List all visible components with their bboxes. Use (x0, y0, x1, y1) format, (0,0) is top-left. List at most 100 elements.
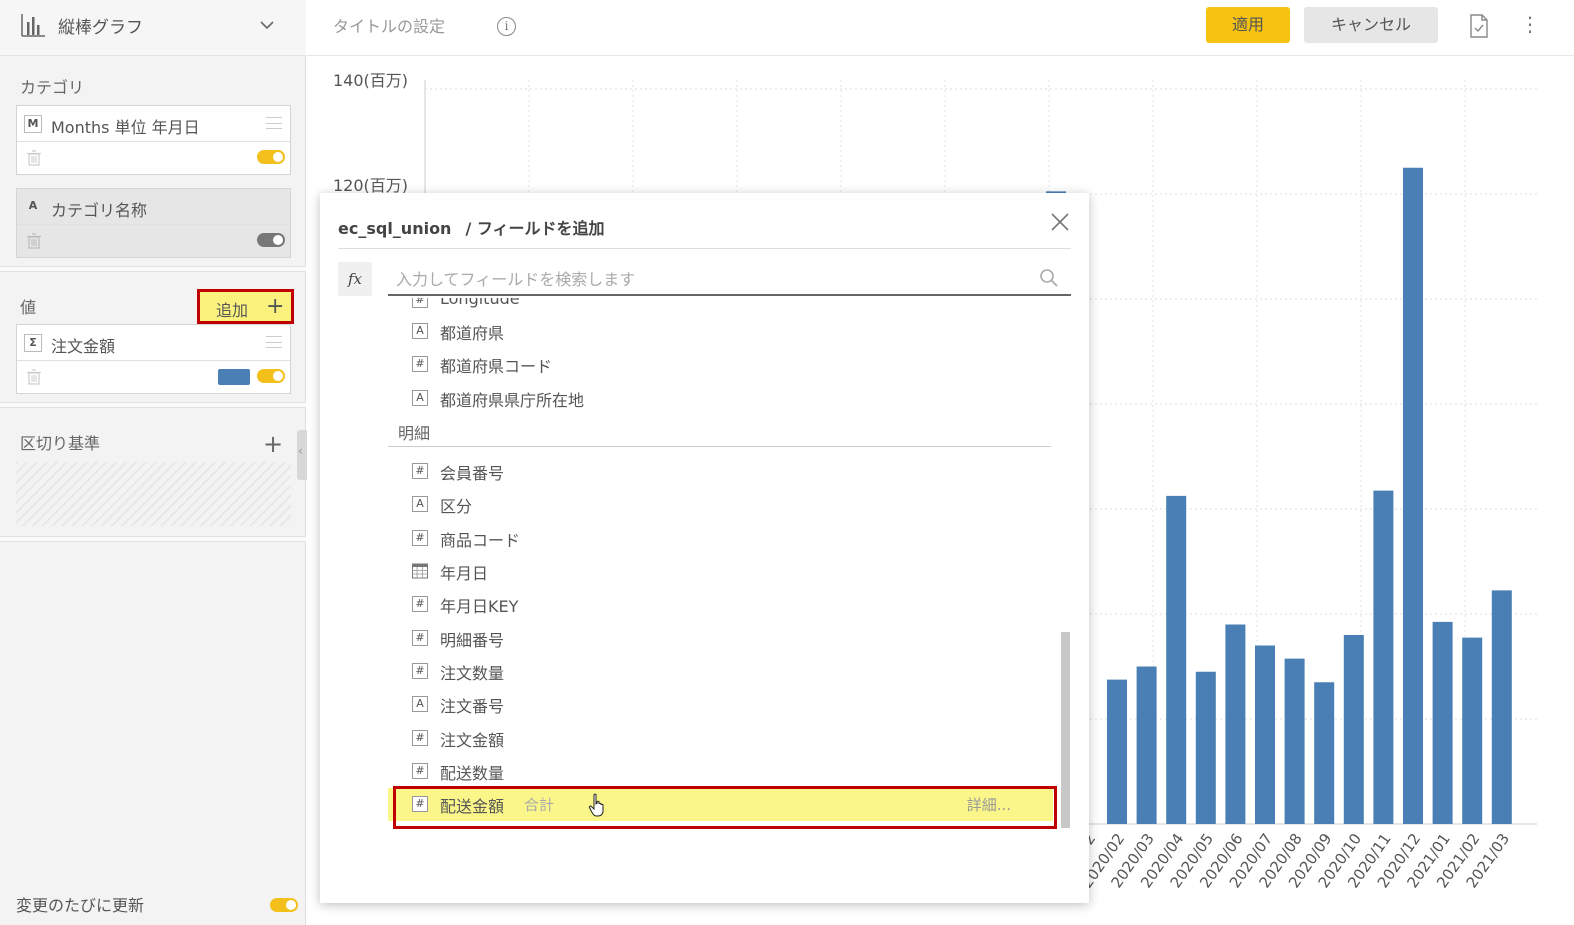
list-item[interactable]: # 配送数量 (388, 755, 1053, 788)
bar (1403, 167, 1423, 824)
text-type-icon: A (412, 696, 428, 712)
calendar-icon (412, 563, 428, 579)
value-field-name: 注文金額 (51, 337, 116, 356)
field-name: Longitude (440, 298, 520, 308)
list-item[interactable]: # 注文金額 (388, 722, 1053, 755)
category-name-toggle[interactable] (257, 233, 285, 247)
category-field-card[interactable]: M Months 単位 年月日 (16, 105, 291, 175)
left-panel: 縦棒グラフ カテゴリ M Months 単位 年月日 A カテゴリ名称 値 追加… (0, 0, 307, 925)
list-item[interactable]: # 会員番号 (388, 455, 1053, 488)
trash-icon[interactable] (26, 233, 42, 249)
bar (1284, 658, 1305, 824)
bar-chart-icon (21, 14, 45, 37)
detail-link[interactable]: 詳細... (967, 794, 1011, 815)
category-name-field-card[interactable]: A カテゴリ名称 (16, 188, 291, 258)
trash-icon[interactable] (26, 150, 42, 166)
field-name: 商品コード (440, 531, 521, 550)
list-item[interactable]: # 都道府県コード (388, 348, 1053, 381)
number-type-icon: # (412, 730, 428, 746)
chart-title-input[interactable]: タイトルの設定 (333, 13, 445, 37)
aggregation-label[interactable]: 合計 (524, 794, 554, 815)
list-item[interactable]: 年月日 (388, 555, 1053, 588)
add-value-button[interactable]: 追加 + (197, 289, 294, 324)
list-item[interactable]: # 明細番号 (388, 622, 1053, 655)
bar (1491, 590, 1512, 824)
list-item[interactable]: # 年月日KEY (388, 588, 1053, 621)
add-breakdown-plus-icon[interactable]: + (263, 432, 283, 456)
field-name: 都道府県県庁所在地 (440, 391, 585, 410)
text-type-icon: A (412, 496, 428, 512)
month-type-icon: M (24, 115, 42, 133)
number-type-icon: # (412, 663, 428, 679)
plus-icon: + (266, 294, 285, 319)
drag-handle-icon[interactable] (266, 117, 282, 129)
list-item[interactable]: A 都道府県 (388, 315, 1053, 348)
dialog-breadcrumb: / フィールドを追加 (465, 219, 605, 238)
value-field-card[interactable]: Σ 注文金額 (16, 324, 291, 394)
add-field-dialog: ec_sql_union / フィールドを追加 fx # Longitude A … (320, 193, 1089, 903)
list-item[interactable]: A 区分 (388, 488, 1053, 521)
text-type-icon: A (412, 323, 428, 339)
top-toolbar: タイトルの設定 i 適用 キャンセル ⋮ (307, 0, 1574, 56)
field-name: 配送金額 (440, 797, 505, 816)
auto-update-toggle[interactable] (270, 898, 298, 912)
divider (338, 248, 1071, 249)
bar (1136, 666, 1157, 824)
list-item[interactable]: # 注文数量 (388, 655, 1053, 688)
number-type-icon: # (412, 356, 428, 372)
breakdown-drop-zone[interactable] (16, 462, 291, 526)
list-item[interactable]: A 都道府県県庁所在地 (388, 382, 1053, 415)
chevron-down-icon[interactable] (259, 18, 275, 32)
bar (1166, 495, 1187, 824)
group-divider (388, 446, 1051, 447)
field-group-label: 明細 (398, 424, 431, 443)
field-name: 区分 (440, 497, 473, 516)
bar (1343, 635, 1364, 824)
breakdown-section-label: 区切り基準 (20, 434, 101, 453)
number-type-icon: # (412, 763, 428, 779)
field-list[interactable]: # Longitude A 都道府県 # 都道府県コード A 都道府県県庁所在地… (388, 298, 1068, 828)
list-item[interactable]: # 商品コード (388, 522, 1053, 555)
formula-fx-button[interactable]: fx (338, 262, 372, 296)
category-toggle[interactable] (257, 150, 285, 164)
bar (1462, 637, 1483, 824)
number-type-icon: # (412, 530, 428, 546)
field-name: 都道府県コード (440, 357, 553, 376)
number-type-icon: # (412, 463, 428, 479)
more-options-icon[interactable]: ⋮ (1520, 14, 1540, 34)
cancel-button[interactable]: キャンセル (1304, 7, 1438, 43)
field-search-input[interactable] (396, 266, 1016, 292)
field-name: 会員番号 (440, 464, 505, 483)
search-icon (1040, 269, 1058, 287)
field-name: 年月日KEY (440, 597, 519, 616)
bar (1373, 490, 1394, 824)
list-item[interactable]: A 注文番号 (388, 688, 1053, 721)
close-icon[interactable] (1049, 211, 1071, 233)
auto-update-label: 変更のたびに更新 (16, 896, 145, 915)
data-source-name: ec_sql_union (338, 219, 452, 238)
hand-cursor-icon (588, 793, 604, 817)
series-color-swatch[interactable] (218, 369, 250, 385)
field-name: 年月日 (440, 564, 489, 583)
document-check-icon[interactable] (1469, 14, 1489, 38)
field-name: 配送数量 (440, 764, 505, 783)
y-tick-label: 140(百万) (333, 71, 408, 90)
text-type-icon: A (412, 390, 428, 406)
chart-type-selector[interactable]: 縦棒グラフ (0, 0, 306, 56)
section-divider (0, 536, 306, 542)
section-divider (0, 266, 306, 272)
panel-collapse-handle[interactable]: ‹ (297, 430, 307, 480)
info-icon[interactable]: i (497, 17, 516, 36)
drag-handle-icon[interactable] (266, 336, 282, 348)
field-name: 注文数量 (440, 664, 505, 683)
list-scrollbar[interactable] (1061, 632, 1070, 828)
trash-icon[interactable] (26, 369, 42, 385)
highlighted-list-item[interactable]: # 配送金額 合計 詳細... (388, 788, 1053, 821)
bar (1225, 624, 1246, 824)
apply-button[interactable]: 適用 (1206, 7, 1290, 43)
value-toggle[interactable] (257, 369, 285, 383)
section-divider (0, 402, 306, 408)
bar (1314, 682, 1335, 824)
chevron-left-icon: ‹ (298, 444, 303, 458)
bar (1107, 679, 1127, 824)
